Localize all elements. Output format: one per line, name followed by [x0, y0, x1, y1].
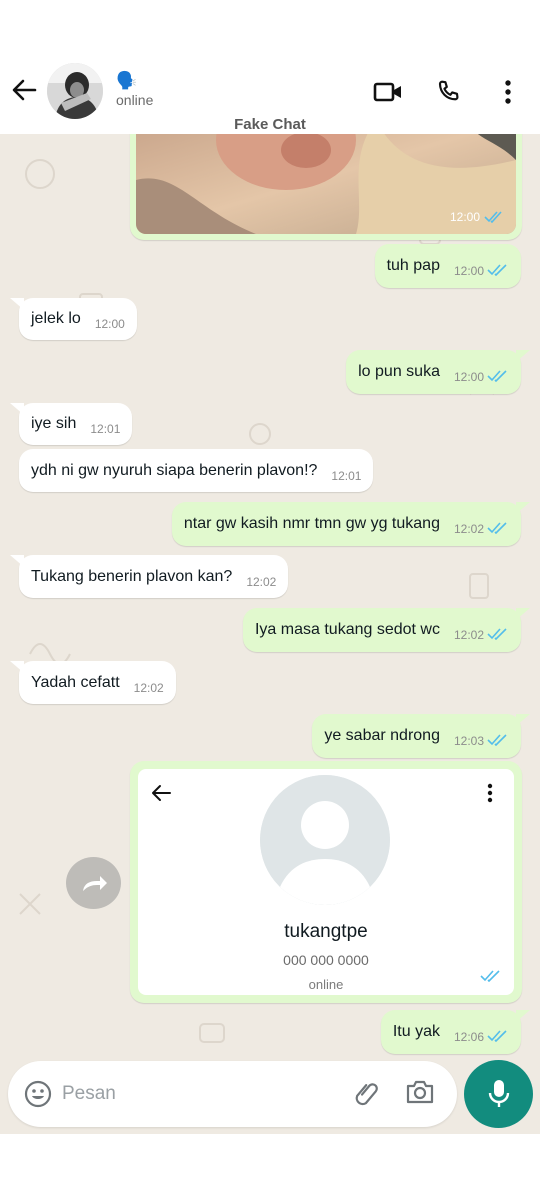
image-message[interactable]: 12:00	[130, 134, 522, 240]
message-time: 12:01	[90, 422, 121, 436]
chat-area[interactable]: 12:00 tuh pap 12:00 jelek lo 12:00 lo pu…	[0, 134, 540, 1134]
message-outgoing[interactable]: Iya masa tukang sedot wc 12:02	[242, 608, 530, 652]
forward-icon	[82, 876, 107, 891]
message-time: 12:06	[453, 1030, 484, 1044]
message-text: tuh pap	[386, 257, 440, 274]
bubble-tail	[10, 661, 24, 673]
contact-card-message[interactable]: tukangtpe 000 000 0000 online	[130, 761, 522, 1003]
read-receipt-icon	[484, 211, 502, 223]
message-incoming[interactable]: Yadah cefatt 12:02	[10, 661, 176, 704]
card-back-button[interactable]	[150, 783, 174, 807]
message-text: lo pun suka	[358, 363, 440, 380]
bubble-tail	[516, 1010, 530, 1022]
message-outgoing[interactable]: ye sabar ndrong 12:03	[312, 714, 530, 758]
back-button[interactable]	[8, 72, 40, 108]
attach-icon	[355, 1083, 378, 1106]
read-receipt-icon	[487, 628, 509, 640]
video-call-icon	[373, 82, 401, 102]
message-input[interactable]	[62, 1077, 332, 1111]
phone-icon	[438, 80, 459, 101]
speaking-head-icon: 🗣️	[116, 71, 138, 90]
message-incoming[interactable]: jelek lo 12:00	[10, 298, 137, 340]
back-arrow-icon	[12, 79, 37, 101]
message-text: Iya masa tukang sedot wc	[254, 621, 440, 638]
message-outgoing[interactable]: lo pun suka 12:00	[346, 350, 530, 394]
message-text: ye sabar ndrong	[324, 727, 440, 744]
read-receipt-icon	[487, 734, 509, 746]
bubble-tail	[10, 298, 24, 310]
message-text: iye sih	[31, 415, 77, 432]
message-incoming[interactable]: ydh ni gw nyuruh siapa benerin plavon!? …	[19, 449, 374, 492]
card-more-button[interactable]	[478, 783, 502, 807]
contact-card-name: tukangtpe	[284, 921, 368, 942]
camera-button[interactable]	[405, 1079, 437, 1109]
voice-message-button[interactable]	[464, 1060, 533, 1128]
image-meta: 12:00	[450, 210, 504, 224]
more-options-button[interactable]	[490, 74, 526, 110]
more-vert-icon	[487, 783, 493, 803]
message-text: Yadah cefatt	[31, 673, 120, 691]
read-receipt-icon	[487, 522, 509, 534]
message-time: 12:02	[453, 522, 484, 536]
message-composer	[8, 1061, 457, 1127]
bubble-tail	[516, 608, 530, 620]
more-vert-icon	[505, 80, 511, 104]
contact-avatar[interactable]	[47, 63, 103, 119]
contact-card-status: online	[308, 977, 344, 992]
message-time: 12:00	[453, 370, 484, 384]
read-receipt-icon	[487, 1030, 509, 1042]
message-time: 12:02	[133, 680, 164, 695]
bubble-tail	[516, 714, 530, 726]
fake-chat-watermark: Fake Chat	[234, 116, 306, 133]
message-outgoing[interactable]: Itu yak 12:06	[380, 1010, 530, 1054]
camera-icon	[406, 1080, 434, 1104]
message-text: jelek lo	[31, 310, 81, 327]
read-receipt-icon	[487, 264, 509, 276]
photo-thumbnail[interactable]: 12:00	[136, 134, 516, 234]
read-receipt-icon	[480, 969, 502, 987]
read-receipt-icon	[487, 370, 509, 382]
avatar-photo	[47, 63, 103, 119]
forward-button[interactable]	[66, 857, 121, 909]
bubble-tail	[10, 403, 24, 415]
contact-info[interactable]: 🗣️ online	[116, 71, 154, 109]
message-time: 12:02	[453, 628, 484, 642]
bubble-tail	[516, 502, 530, 514]
message-time: 12:00	[94, 317, 125, 331]
mic-icon	[488, 1080, 509, 1107]
contact-status: online	[116, 92, 154, 108]
message-time: 12:03	[453, 734, 484, 748]
message-text: Itu yak	[392, 1023, 440, 1040]
bubble-tail	[10, 555, 24, 567]
contact-card-phone: 000 000 0000	[283, 952, 369, 968]
message-text: ydh ni gw nyuruh siapa benerin plavon!?	[31, 461, 318, 479]
message-time: 12:00	[449, 210, 480, 224]
contact-card[interactable]: tukangtpe 000 000 0000 online	[138, 769, 514, 995]
message-incoming[interactable]: iye sih 12:01	[10, 403, 133, 445]
message-outgoing[interactable]: ntar gw kasih nmr tmn gw yg tukang 12:02	[171, 502, 530, 546]
emoji-icon	[24, 1080, 52, 1108]
chat-screen: 🗣️ online Fake Chat 12:00 tuh pap 12:00 …	[0, 0, 540, 1200]
bubble-tail	[516, 350, 530, 362]
back-arrow-icon	[152, 785, 171, 801]
message-incoming[interactable]: Tukang benerin plavon kan? 12:02	[10, 555, 289, 598]
default-avatar-icon	[260, 775, 390, 905]
message-time: 12:00	[453, 264, 484, 278]
message-time: 12:02	[246, 574, 277, 589]
voice-call-button[interactable]	[430, 74, 466, 110]
video-call-button[interactable]	[370, 74, 406, 110]
message-outgoing[interactable]: tuh pap 12:00	[374, 244, 521, 288]
message-text: Tukang benerin plavon kan?	[31, 567, 233, 585]
emoji-button[interactable]	[24, 1080, 52, 1108]
message-time: 12:01	[331, 468, 362, 483]
message-text: ntar gw kasih nmr tmn gw yg tukang	[183, 515, 440, 532]
attach-button[interactable]	[352, 1078, 384, 1110]
